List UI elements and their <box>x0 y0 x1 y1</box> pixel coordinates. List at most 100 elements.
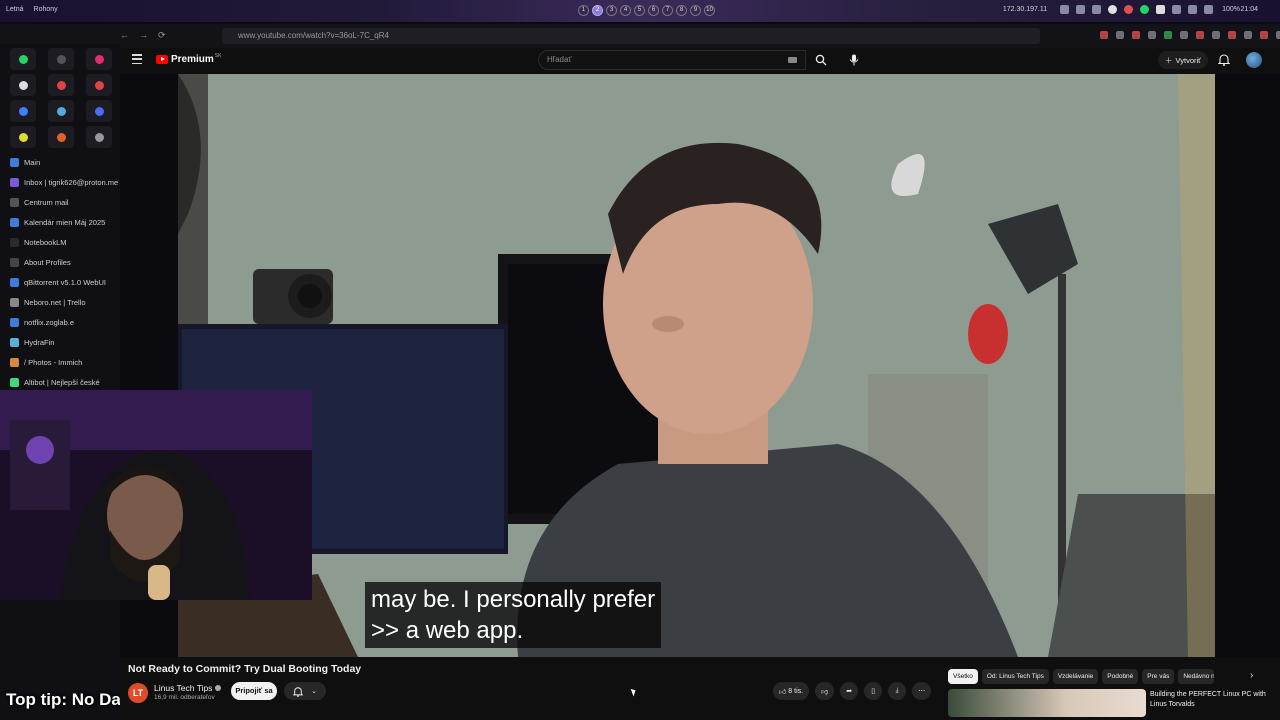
pinned-site[interactable] <box>48 126 74 148</box>
extension-icon[interactable] <box>1116 31 1124 39</box>
workspace-button[interactable]: 2 <box>592 5 603 16</box>
reload-icon[interactable]: ⟳ <box>158 30 166 41</box>
recommended-title[interactable]: Building the PERFECT Linux PC with Linus… <box>1150 690 1275 710</box>
volume-icon[interactable] <box>1172 5 1182 14</box>
workspace-button[interactable]: 8 <box>676 5 687 16</box>
pinned-site[interactable] <box>86 100 112 122</box>
menu-icon[interactable] <box>132 54 142 64</box>
extension-icon[interactable] <box>1260 31 1268 39</box>
extension-icon[interactable] <box>1180 31 1188 39</box>
thumbs-up-icon: 👍︎ <box>779 688 787 696</box>
pinned-site[interactable] <box>10 100 36 122</box>
pinned-site[interactable] <box>10 126 36 148</box>
sidebar-tab-label: qBittorrent v5.1.0 WebUI <box>24 277 106 287</box>
bluetooth-icon[interactable] <box>1188 5 1198 14</box>
sidebar-tab[interactable]: Neboro.net | Trello <box>0 292 120 312</box>
join-button[interactable]: Pripojiť sa <box>231 682 277 700</box>
search-button[interactable] <box>806 50 836 70</box>
sidebar-tab[interactable]: HydraFin <box>0 332 120 352</box>
sidebar-tab[interactable]: qBittorrent v5.1.0 WebUI <box>0 272 120 292</box>
pinned-site[interactable] <box>86 48 112 70</box>
chevron-right-icon[interactable]: › <box>1250 670 1253 681</box>
sidebar-tab[interactable]: Kalendár mien Máj 2025 <box>0 212 120 232</box>
pinned-site[interactable] <box>86 74 112 96</box>
search-input[interactable]: Hľadať <box>538 50 806 70</box>
sidebar-tab[interactable]: / Photos - Immich <box>0 352 120 372</box>
workspace-button[interactable]: 10 <box>704 5 715 16</box>
extension-icon[interactable] <box>1228 31 1236 39</box>
video-player[interactable] <box>178 74 1215 657</box>
notifications-button[interactable] <box>1217 53 1231 71</box>
channel-avatar[interactable]: LT <box>128 683 148 703</box>
workspace-button[interactable]: 6 <box>648 5 659 16</box>
sidebar-tab[interactable]: Centrum mail <box>0 192 120 212</box>
sidebar-tab[interactable]: Altibot | Nejlepší české <box>0 372 120 392</box>
sidebar-tab[interactable]: Inbox | tigrik626@proton.me <box>0 172 120 192</box>
sidebar-tab[interactable]: NotebookLM <box>0 232 120 252</box>
bell-icon <box>293 686 304 697</box>
workspace-button[interactable]: 1 <box>578 5 589 16</box>
extension-icon[interactable] <box>1196 31 1204 39</box>
create-button[interactable]: ＋ Vytvoriť <box>1158 51 1208 69</box>
channel-name[interactable]: Linus Tech Tips <box>154 683 222 693</box>
video-title: Not Ready to Commit? Try Dual Booting To… <box>128 663 362 675</box>
tray-icon[interactable] <box>1124 5 1134 14</box>
tray-icon[interactable] <box>1076 5 1086 14</box>
sidebar-tab[interactable]: Main <box>0 152 120 172</box>
filter-chip[interactable]: Vzdelávanie <box>1052 669 1099 684</box>
address-bar[interactable]: www.youtube.com/watch?v=36oL-7C_qR4 <box>222 28 1040 44</box>
filter-chip[interactable]: Pre vás <box>1142 669 1175 684</box>
extension-icon[interactable] <box>1100 31 1108 39</box>
spotify-icon[interactable] <box>1140 5 1150 14</box>
favicon-icon <box>10 297 19 307</box>
avatar[interactable] <box>1246 52 1262 68</box>
pinned-site[interactable] <box>48 48 74 70</box>
telegram-icon[interactable] <box>1156 5 1166 14</box>
tray-icon[interactable] <box>1108 5 1118 14</box>
voice-search-button[interactable] <box>844 50 864 70</box>
forward-icon[interactable]: → <box>139 30 148 41</box>
filter-chip[interactable]: Nedávno nahrané <box>1178 669 1215 684</box>
workspace-switcher[interactable]: 1 2 3 4 5 6 7 8 9 10 <box>578 5 715 16</box>
pinned-site[interactable] <box>48 74 74 96</box>
extension-icon[interactable] <box>1212 31 1220 39</box>
workspace-button[interactable]: 9 <box>690 5 701 16</box>
sidebar-tab[interactable]: notflix.zoglab.e <box>0 312 120 332</box>
clock: 21:04 <box>1240 6 1258 13</box>
wifi-icon[interactable] <box>1204 5 1214 14</box>
keyboard-icon[interactable] <box>788 57 797 63</box>
search-icon <box>815 54 827 66</box>
youtube-logo[interactable]: Premium SK <box>156 53 221 65</box>
extension-icon[interactable] <box>1132 31 1140 39</box>
tray-icon[interactable] <box>1060 5 1070 14</box>
like-button[interactable]: 👍︎ 8 tis. <box>773 682 810 700</box>
workspace-button[interactable]: 4 <box>620 5 631 16</box>
filter-chip[interactable]: Všetko <box>948 669 978 684</box>
extension-icon[interactable] <box>1276 31 1280 39</box>
filter-chip[interactable]: Podobné <box>1102 669 1139 684</box>
youtube-play-icon <box>156 55 168 64</box>
more-button[interactable]: ⋯ <box>912 682 932 700</box>
workspace-button[interactable]: 3 <box>606 5 617 16</box>
pinned-site[interactable] <box>48 100 74 122</box>
tray-icon[interactable] <box>1092 5 1102 14</box>
pinned-site[interactable] <box>86 126 112 148</box>
pinned-site[interactable] <box>10 48 36 70</box>
back-icon[interactable]: ← <box>120 30 129 41</box>
workspace-button[interactable]: 7 <box>662 5 673 16</box>
ip-address: 172.30.197.11 <box>1002 6 1048 13</box>
extension-icon[interactable] <box>1244 31 1252 39</box>
save-button[interactable]: ▯ <box>864 682 883 700</box>
extension-icon[interactable] <box>1148 31 1156 39</box>
sidebar-tab[interactable]: About Profiles <box>0 252 120 272</box>
pinned-site[interactable] <box>10 74 36 96</box>
bookmark-icon: ▯ <box>871 688 876 695</box>
extension-icon[interactable] <box>1164 31 1172 39</box>
recommended-thumbnail[interactable] <box>948 689 1146 717</box>
dislike-button[interactable]: 👎︎ <box>815 682 835 700</box>
filter-chip[interactable]: Od: Linus Tech Tips <box>981 669 1049 684</box>
workspace-button[interactable]: 5 <box>634 5 645 16</box>
download-button[interactable]: ⤓ <box>888 682 907 700</box>
share-button[interactable]: ➦ <box>840 682 859 700</box>
subscribe-notifications-button[interactable]: ⌄ <box>284 682 326 700</box>
